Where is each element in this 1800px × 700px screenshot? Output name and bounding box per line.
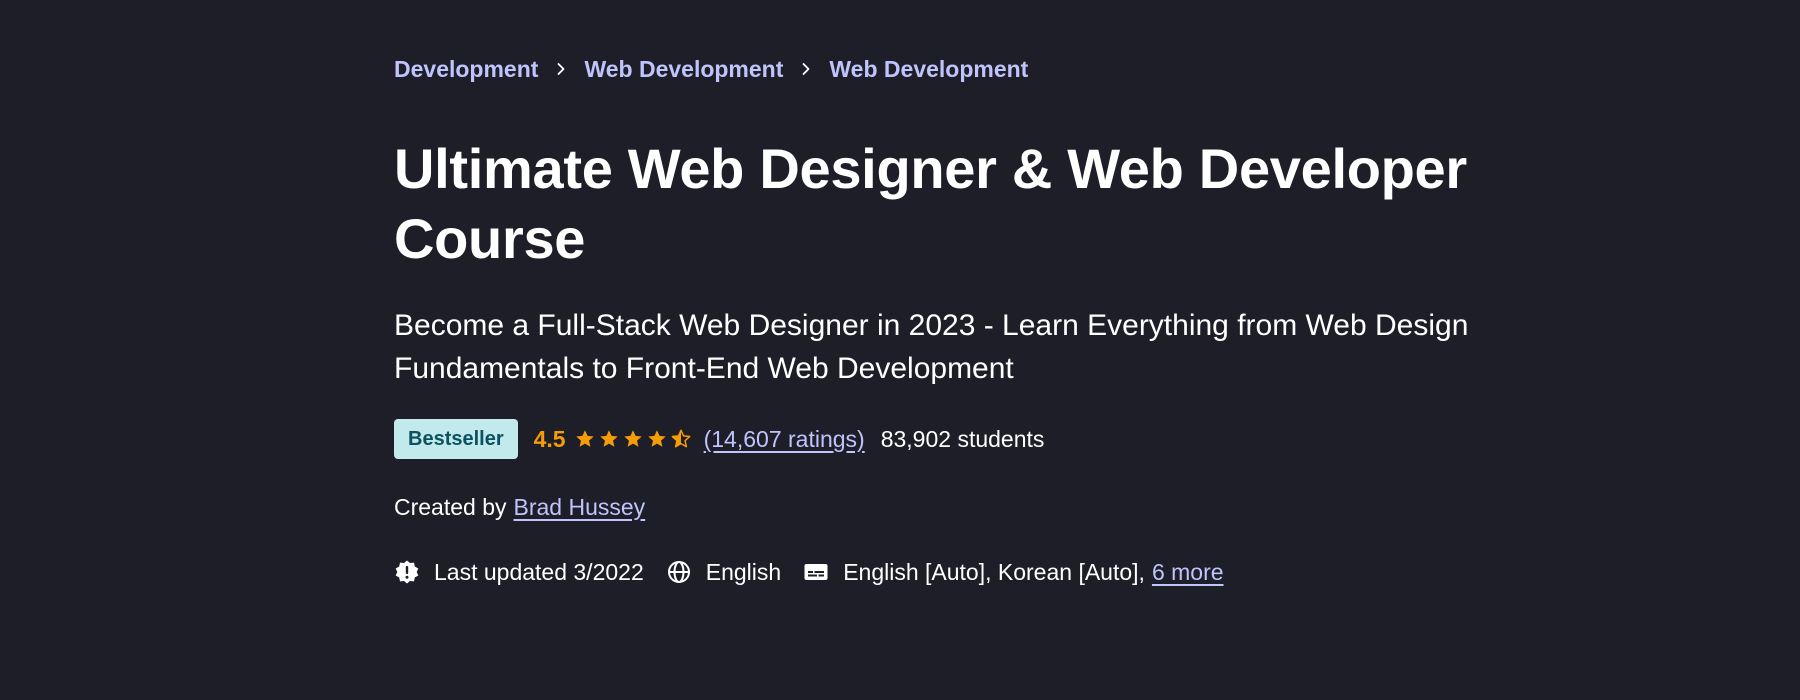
last-updated: Last updated 3/2022 — [394, 559, 644, 586]
chevron-right-icon — [799, 62, 813, 76]
students-count: 83,902 students — [880, 425, 1045, 452]
globe-icon — [666, 559, 692, 585]
ratings-count-link[interactable]: (14,607 ratings) — [704, 426, 865, 453]
captions-more-link[interactable]: 6 more — [1152, 559, 1224, 586]
breadcrumb-item-web-development[interactable]: Web Development — [584, 56, 783, 83]
star-icon — [623, 430, 642, 447]
star-half-icon — [671, 429, 691, 448]
course-title: Ultimate Web Designer & Web Developer Co… — [394, 137, 1467, 270]
created-by-label: Created by — [394, 493, 507, 520]
closed-captions-icon — [803, 559, 829, 585]
course-captions: English [Auto], Korean [Auto], 6 more — [803, 558, 1224, 586]
course-meta-row: Last updated 3/2022 English English [Aut… — [394, 552, 1634, 592]
star-icon — [575, 430, 594, 447]
instructor-link[interactable]: Brad Hussey — [514, 494, 646, 521]
alert-badge-icon — [394, 559, 420, 585]
star-icon — [599, 430, 618, 447]
captions-text: English [Auto], Korean [Auto], — [843, 558, 1145, 585]
created-by-row: Created by Brad Hussey — [394, 488, 1634, 526]
breadcrumb-item-web-development-topic[interactable]: Web Development — [829, 56, 1028, 83]
rating-row: Bestseller 4.5 (14,607 ratings) 83,902 s… — [394, 418, 1634, 460]
rating-value: 4.5 — [533, 425, 566, 452]
rating-stars — [574, 428, 694, 450]
course-language: English — [666, 559, 781, 586]
last-updated-text: Last updated 3/2022 — [434, 558, 644, 585]
star-icon — [647, 430, 666, 447]
course-header-page: Development Web Development Web Developm… — [0, 0, 1800, 700]
course-header: Development Web Development Web Developm… — [394, 48, 1634, 592]
course-subtitle: Become a Full-Stack Web Designer in 2023… — [394, 309, 1469, 385]
chevron-right-icon — [554, 62, 568, 76]
breadcrumb-item-development[interactable]: Development — [394, 56, 538, 83]
bestseller-badge: Bestseller — [394, 419, 518, 459]
breadcrumb: Development Web Development Web Developm… — [394, 48, 1634, 90]
language-text: English — [705, 558, 782, 585]
